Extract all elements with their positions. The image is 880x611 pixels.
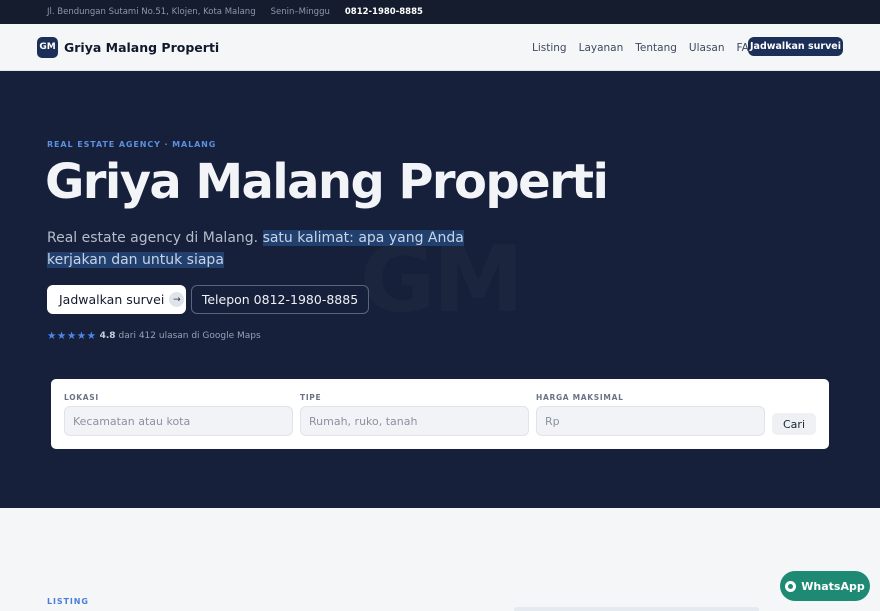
rating-value: 4.8	[99, 331, 116, 341]
location-label: LOKASI	[64, 393, 99, 402]
location-input[interactable]	[64, 406, 293, 436]
max-price-input[interactable]	[536, 406, 765, 436]
top-info-bar: Jl. Bendungan Sutami No.51, Klojen, Kota…	[0, 0, 880, 24]
star-rating-icon: ★★★★★	[47, 330, 97, 342]
brand-name[interactable]: Griya Malang Properti	[64, 40, 219, 55]
search-button[interactable]: Cari	[772, 413, 816, 435]
hero-title: Griya Malang Properti	[45, 154, 609, 210]
nav-schedule-button[interactable]: Jadwalkan survei	[748, 37, 843, 56]
nav-links: Listing Layanan Tentang Ulasan FAQ	[532, 24, 769, 71]
nav-link-listing[interactable]: Listing	[532, 42, 567, 54]
schedule-survey-label: Jadwalkan survei	[59, 292, 165, 307]
whatsapp-button[interactable]: WhatsApp	[780, 571, 870, 601]
hero-section: GM REAL ESTATE AGENCY · MALANG Griya Mal…	[0, 71, 880, 508]
type-label: TIPE	[300, 393, 322, 402]
arrow-right-icon: →	[169, 292, 185, 307]
type-input[interactable]	[300, 406, 529, 436]
property-search-card: LOKASI TIPE HARGA MAKSIMAL Cari	[51, 379, 829, 449]
logo-badge[interactable]: GM	[37, 36, 58, 58]
nav-link-tentang[interactable]: Tentang	[635, 42, 677, 54]
listing-card-peek	[514, 607, 759, 611]
navbar: GM Griya Malang Properti Listing Layanan…	[0, 24, 880, 71]
hours-text: Senin–Minggu	[270, 7, 330, 17]
hero-subtitle: Real estate agency di Malang. satu kalim…	[47, 227, 517, 271]
max-price-label: HARGA MAKSIMAL	[536, 393, 624, 402]
address-text: Jl. Bendungan Sutami No.51, Klojen, Kota…	[47, 7, 256, 17]
listing-section-label: LISTING	[47, 597, 89, 606]
whatsapp-icon	[785, 580, 797, 592]
rating-summary: ★★★★★ 4.8 dari 412 ulasan di Google Maps	[47, 330, 261, 342]
nav-link-ulasan[interactable]: Ulasan	[689, 42, 725, 54]
nav-link-layanan[interactable]: Layanan	[579, 42, 624, 54]
call-phone-button[interactable]: Telepon 0812-1980-8885	[191, 285, 369, 314]
schedule-survey-button[interactable]: Jadwalkan survei →	[47, 285, 186, 314]
hero-eyebrow: REAL ESTATE AGENCY · MALANG	[47, 140, 217, 149]
subtitle-plain: Real estate agency di Malang.	[47, 230, 259, 246]
topbar-phone-link[interactable]: 0812-1980-8885	[345, 7, 423, 17]
rating-text: dari 412 ulasan di Google Maps	[118, 331, 261, 341]
whatsapp-label: WhatsApp	[801, 579, 865, 593]
